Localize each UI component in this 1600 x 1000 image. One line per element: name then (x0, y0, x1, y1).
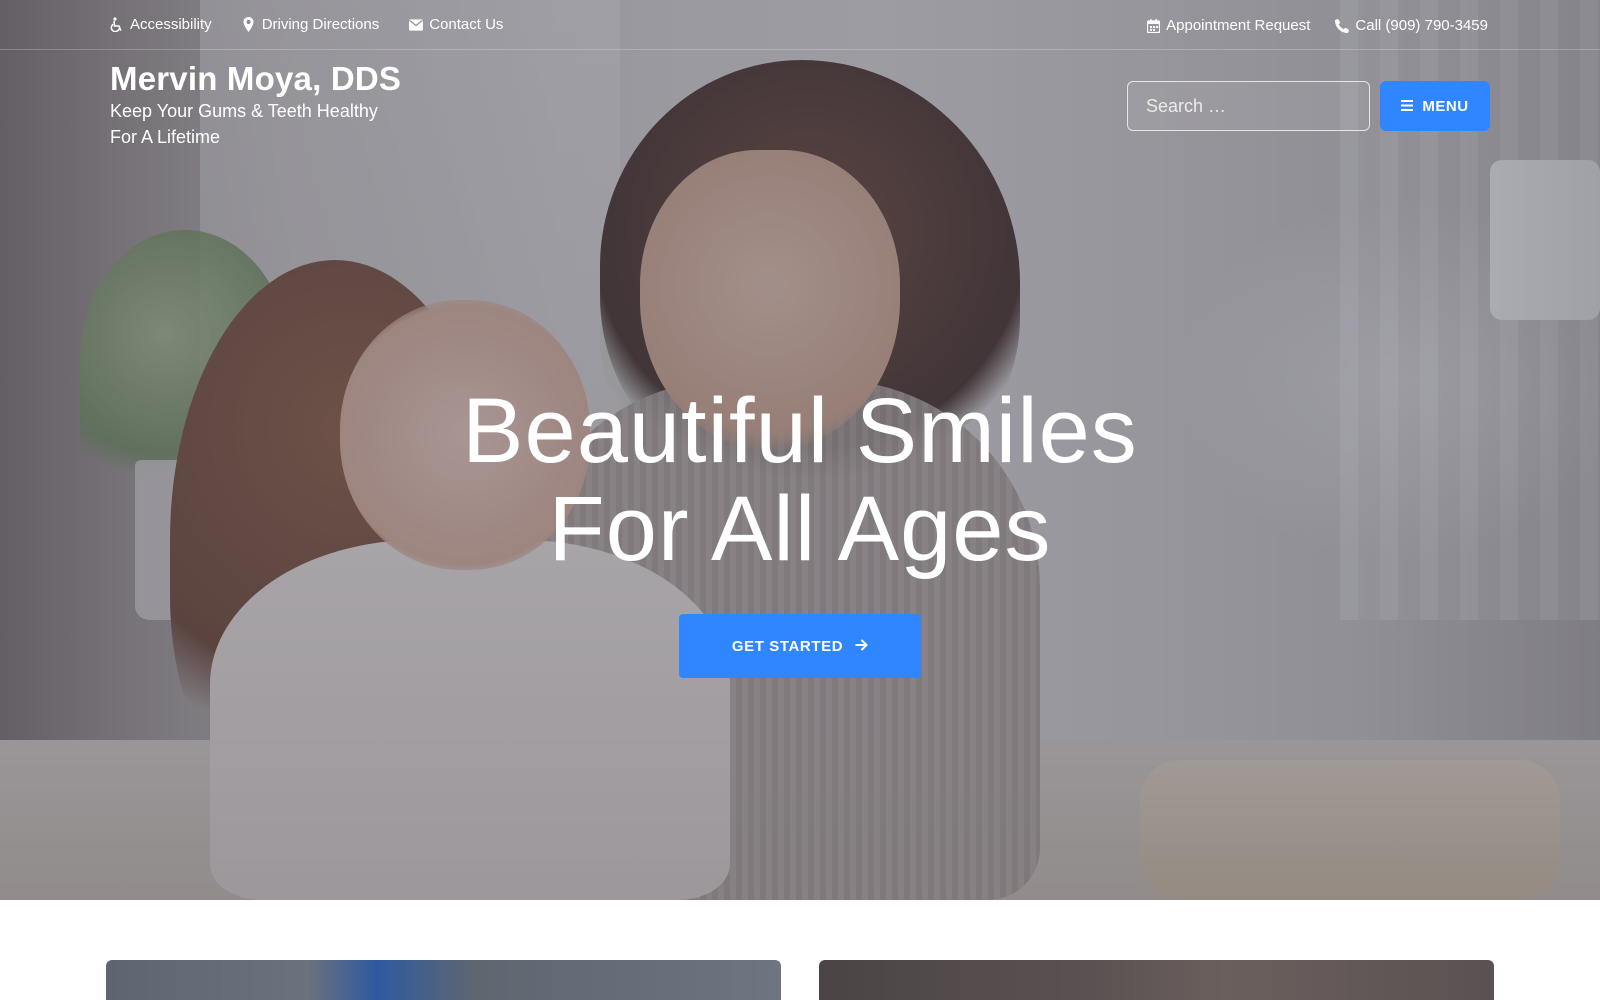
feature-card-image-left[interactable] (106, 960, 781, 1000)
accessibility-link[interactable]: Accessibility (110, 16, 212, 33)
search-form (1127, 81, 1370, 131)
hero-headline-line-2: For All Ages (548, 478, 1052, 580)
topbar-right-links: Appointment Request Call (909) 790-3459 (1146, 17, 1488, 34)
driving-directions-link[interactable]: Driving Directions (242, 16, 380, 33)
call-phone-link[interactable]: Call (909) 790-3459 (1335, 17, 1488, 34)
appointment-request-link[interactable]: Appointment Request (1146, 17, 1310, 34)
contact-us-link[interactable]: Contact Us (409, 16, 503, 33)
hero-headline-line-1: Beautiful Smiles (462, 380, 1138, 482)
envelope-icon (409, 18, 424, 32)
search-input[interactable] (1128, 82, 1369, 130)
top-utility-bar: Accessibility Driving Directions Contact… (0, 0, 1600, 50)
hero-headline: Beautiful Smiles For All Ages (0, 382, 1600, 578)
feature-card-image-right[interactable] (819, 960, 1494, 1000)
hero-section: Accessibility Driving Directions Contact… (0, 0, 1600, 900)
site-title[interactable]: Mervin Moya, DDS (110, 60, 401, 98)
driving-directions-label: Driving Directions (261, 16, 380, 33)
map-marker-icon (242, 17, 256, 32)
get-started-button[interactable]: GET STARTED (679, 614, 921, 678)
accessibility-label: Accessibility (130, 16, 212, 33)
site-tagline-line-2: For A Lifetime (110, 127, 221, 147)
phone-icon (1335, 18, 1350, 33)
menu-label: MENU (1422, 97, 1469, 115)
hamburger-icon (1401, 98, 1414, 115)
site-brand[interactable]: Mervin Moya, DDS Keep Your Gums & Teeth … (110, 60, 401, 150)
get-started-label: GET STARTED (731, 637, 844, 655)
menu-button[interactable]: MENU (1380, 81, 1490, 131)
appointment-request-label: Appointment Request (1166, 17, 1311, 34)
topbar-left-links: Accessibility Driving Directions Contact… (110, 16, 503, 33)
call-phone-label: Call (909) 790-3459 (1355, 17, 1488, 34)
site-tagline-line-1: Keep Your Gums & Teeth Healthy (110, 101, 378, 121)
wheelchair-icon (110, 17, 124, 32)
contact-us-label: Contact Us (429, 16, 504, 33)
arrow-right-icon (855, 638, 869, 655)
calendar-icon (1146, 18, 1160, 33)
